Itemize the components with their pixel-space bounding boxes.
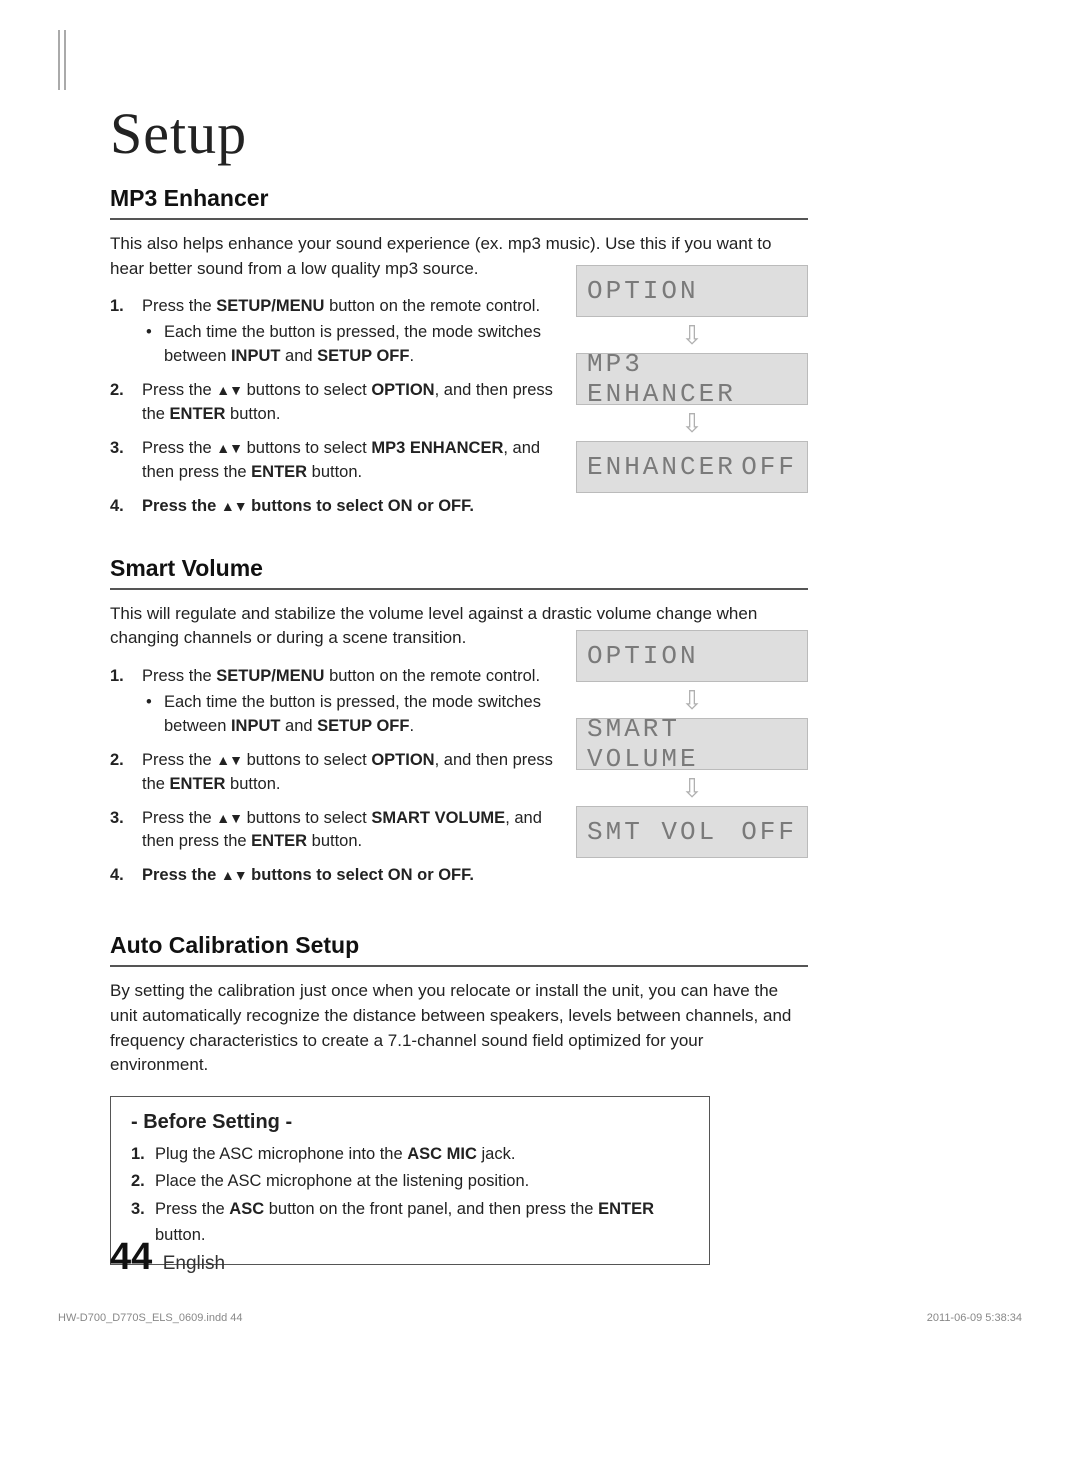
arrow-down-icon: ⇩ <box>576 317 808 353</box>
section-desc-ac: By setting the calibration just once whe… <box>110 979 800 1078</box>
before-step: 1. Plug the ASC microphone into the ASC … <box>131 1142 689 1168</box>
timestamp: 2011-06-09 5:38:34 <box>927 1312 1022 1324</box>
page-number: 44 <box>110 1236 152 1279</box>
lcd-display: MP3 ENHANCER <box>576 353 808 405</box>
step: 3. Press the ▲▼ buttons to select MP3 EN… <box>110 437 565 485</box>
section-title-ac: Auto Calibration Setup <box>110 932 808 967</box>
step: 1. Press the SETUP/MENU button on the re… <box>110 295 565 369</box>
step: 4. Press the ▲▼ buttons to select ON or … <box>110 864 565 888</box>
lcd-sequence-mp3: OPTION ⇩ MP3 ENHANCER ⇩ ENHANCEROFF <box>576 265 808 493</box>
step-sub: Each time the button is pressed, the mod… <box>142 691 565 739</box>
section-title-mp3: MP3 Enhancer <box>110 185 808 220</box>
manual-page: Setup MP3 Enhancer This also helps enhan… <box>0 0 1080 1479</box>
source-file: HW-D700_D770S_ELS_0609.indd 44 <box>58 1312 242 1324</box>
lcd-display: ENHANCEROFF <box>576 441 808 493</box>
steps-sv: 1. Press the SETUP/MENU button on the re… <box>110 665 565 888</box>
lcd-display: SMART VOLUME <box>576 718 808 770</box>
page-language: English <box>163 1253 225 1274</box>
updown-icon: ▲▼ <box>216 440 242 456</box>
updown-icon: ▲▼ <box>216 382 242 398</box>
imprint-line: HW-D700_D770S_ELS_0609.indd 44 2011-06-0… <box>58 1312 1022 1324</box>
chapter-title: Setup <box>110 100 810 167</box>
lcd-display: OPTION <box>576 265 808 317</box>
updown-icon: ▲▼ <box>216 752 242 768</box>
step-sub: Each time the button is pressed, the mod… <box>142 321 565 369</box>
lcd-sequence-sv: OPTION ⇩ SMART VOLUME ⇩ SMT VOLOFF <box>576 630 808 858</box>
section-title-sv: Smart Volume <box>110 555 808 590</box>
arrow-down-icon: ⇩ <box>576 682 808 718</box>
lcd-display: OPTION <box>576 630 808 682</box>
lcd-display: SMT VOLOFF <box>576 806 808 858</box>
arrow-down-icon: ⇩ <box>576 405 808 441</box>
updown-icon: ▲▼ <box>216 810 242 826</box>
step: 2. Press the ▲▼ buttons to select OPTION… <box>110 749 565 797</box>
binding-mark <box>58 30 66 90</box>
before-setting-title: - Before Setting - <box>131 1111 689 1134</box>
step: 3. Press the ▲▼ buttons to select SMART … <box>110 807 565 855</box>
step: 2. Press the ▲▼ buttons to select OPTION… <box>110 379 565 427</box>
page-number-block: 44 English <box>110 1236 225 1279</box>
steps-mp3: 1. Press the SETUP/MENU button on the re… <box>110 295 565 518</box>
step: 4. Press the ▲▼ buttons to select ON or … <box>110 495 565 519</box>
before-step: 2. Place the ASC microphone at the liste… <box>131 1169 689 1195</box>
step: 1. Press the SETUP/MENU button on the re… <box>110 665 565 739</box>
arrow-down-icon: ⇩ <box>576 770 808 806</box>
updown-icon: ▲▼ <box>221 498 247 514</box>
updown-icon: ▲▼ <box>221 867 247 883</box>
